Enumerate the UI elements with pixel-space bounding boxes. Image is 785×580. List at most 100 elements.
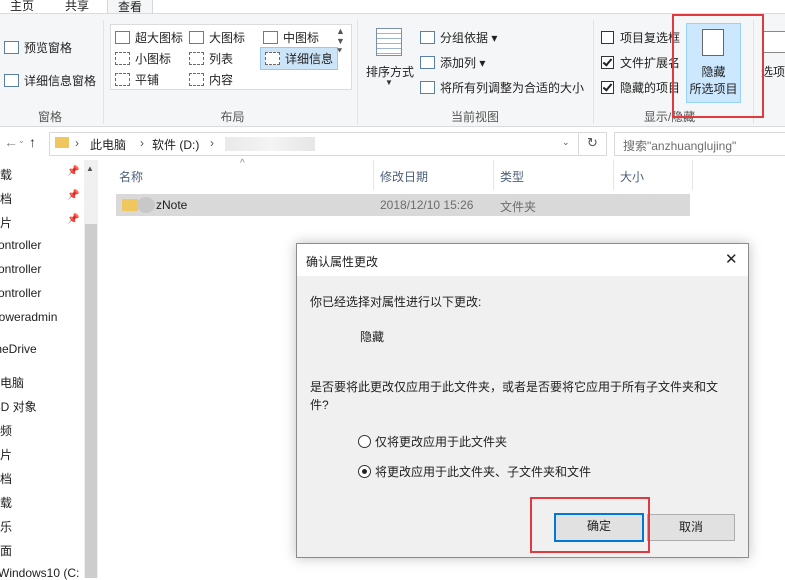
- checkbox-checked: [601, 56, 614, 69]
- layout-medium-icons[interactable]: 中图标: [263, 29, 319, 46]
- radio-this-folder-only[interactable]: 仅将更改应用于此文件夹: [358, 433, 507, 450]
- column-header-type[interactable]: 类型: [500, 168, 524, 185]
- nav-item-controller-3[interactable]: controller: [0, 286, 41, 300]
- tiles-icon: [115, 73, 130, 86]
- column-divider[interactable]: [373, 160, 374, 190]
- group-label-pane: 窗格: [37, 110, 62, 124]
- column-divider[interactable]: [493, 160, 494, 190]
- group-by-button[interactable]: 分组依据 ▾: [420, 29, 497, 46]
- layout-extra-large-icons[interactable]: 超大图标: [115, 29, 183, 46]
- back-arrow-icon[interactable]: ←: [4, 134, 18, 150]
- dialog-title: 确认属性更改: [306, 255, 379, 269]
- search-box[interactable]: 搜索"anzhuanglujing": [614, 132, 785, 156]
- dialog-intro: 你已经选择对属性进行以下更改:: [310, 295, 482, 309]
- refresh-icon[interactable]: ↻: [587, 135, 598, 151]
- column-divider[interactable]: [692, 160, 693, 190]
- blurred-breadcrumb: [225, 137, 315, 151]
- group-separator: [103, 20, 104, 124]
- table-row[interactable]: zNote 2018/12/10 15:26 文件夹: [116, 194, 690, 216]
- layout-large-icons[interactable]: 大图标: [189, 29, 245, 46]
- large-icons-icon: [189, 31, 204, 44]
- nav-scrollbar[interactable]: ▲: [84, 160, 98, 578]
- tab-view[interactable]: 查看: [107, 0, 154, 14]
- dialog-titlebar[interactable]: 确认属性更改 ✕: [297, 244, 748, 276]
- nav-item-controller-1[interactable]: controller: [0, 238, 41, 252]
- close-icon[interactable]: ✕: [725, 250, 738, 268]
- highlight-box: [672, 14, 764, 118]
- column-header-size[interactable]: 大小: [620, 168, 644, 185]
- medium-icons-icon: [263, 31, 278, 44]
- recent-chevron-icon[interactable]: ⌄: [18, 136, 25, 145]
- layout-list[interactable]: 列表: [189, 50, 233, 67]
- layout-details[interactable]: 详细信息: [260, 47, 339, 70]
- options-icon: [762, 31, 785, 53]
- radio-folder-subfolders-files[interactable]: 将更改应用于此文件夹、子文件夹和文件: [358, 463, 591, 480]
- group-label-current-view: 当前视图: [450, 110, 499, 124]
- scrollbar-thumb[interactable]: [85, 224, 97, 578]
- column-divider[interactable]: [613, 160, 614, 190]
- options-button[interactable]: 选项: [761, 63, 785, 80]
- tab-home[interactable]: 主页: [10, 0, 34, 14]
- radio-selected-icon: [358, 465, 371, 478]
- file-name: zNote: [156, 198, 188, 212]
- nav-item-documents-2[interactable]: 文档: [0, 470, 12, 487]
- folder-icon: [122, 199, 138, 211]
- nav-item-onedrive[interactable]: OneDrive: [0, 342, 37, 356]
- nav-item-this-pc[interactable]: 此电脑: [0, 374, 24, 391]
- file-extensions-toggle[interactable]: 文件扩展名: [601, 54, 680, 71]
- highlight-box: [530, 497, 650, 553]
- dialog-question: 是否要将此更改仅应用于此文件夹，或者是否要将它应用于所有子文件夹和文件?: [310, 380, 719, 412]
- chevron-down-icon: ▼: [385, 78, 393, 87]
- group-label-layout: 布局: [220, 110, 245, 124]
- add-column-button[interactable]: 添加列 ▾: [420, 54, 485, 71]
- hidden-items-toggle[interactable]: 隐藏的项目: [601, 79, 680, 96]
- preview-pane-button[interactable]: 预览窗格: [4, 39, 72, 56]
- nav-item-poweradmin[interactable]: poweradmin: [0, 310, 57, 324]
- blurred-name-part: [137, 197, 155, 213]
- breadcrumb-this-pc[interactable]: 此电脑: [90, 136, 126, 153]
- file-modified: 2018/12/10 15:26: [380, 198, 474, 212]
- file-type: 文件夹: [500, 200, 537, 214]
- sort-indicator-icon: ^: [240, 158, 245, 169]
- details-pane-button[interactable]: 详细信息窗格: [4, 72, 96, 89]
- layout-gallery-scroll[interactable]: ▲ ▼ ⯆: [336, 26, 345, 56]
- chevron-right-icon: ›: [210, 136, 214, 150]
- content-icon: [189, 73, 204, 86]
- breadcrumb-drive-d[interactable]: 软件 (D:): [152, 136, 199, 153]
- search-placeholder: 搜索"anzhuanglujing": [623, 139, 737, 153]
- pin-icon: 📌: [67, 166, 80, 177]
- nav-item-desktop[interactable]: 桌面: [0, 542, 12, 559]
- nav-item-pictures[interactable]: 图片: [0, 214, 12, 231]
- extra-large-icons-icon: [115, 31, 130, 44]
- checkbox-checked: [601, 81, 614, 94]
- column-header-modified[interactable]: 修改日期: [380, 168, 428, 185]
- ribbon: 预览窗格 详细信息窗格 窗格 超大图标 大图标 中图标 小图标 列表 详细信息 …: [0, 13, 785, 127]
- scroll-up-icon[interactable]: ▲: [86, 164, 94, 173]
- group-separator: [593, 20, 594, 124]
- preview-pane-icon: [4, 41, 19, 54]
- nav-item-3d-objects[interactable]: 3D 对象: [0, 398, 37, 415]
- details-pane-icon: [4, 74, 19, 87]
- sort-by-icon: [376, 28, 402, 56]
- chevron-down-icon[interactable]: ⌄: [562, 137, 570, 148]
- layout-small-icons[interactable]: 小图标: [115, 50, 171, 67]
- cancel-button[interactable]: 取消: [647, 514, 735, 541]
- tab-share[interactable]: 共享: [65, 0, 89, 14]
- nav-item-pictures-2[interactable]: 图片: [0, 446, 12, 463]
- nav-item-downloads-2[interactable]: 下载: [0, 494, 12, 511]
- pin-icon: 📌: [67, 190, 80, 201]
- column-header-name[interactable]: 名称: [119, 168, 143, 185]
- nav-item-controller-2[interactable]: controller: [0, 262, 41, 276]
- nav-item-downloads[interactable]: 下载: [0, 166, 12, 183]
- nav-item-videos[interactable]: 视频: [0, 422, 12, 439]
- item-checkboxes-toggle[interactable]: 项目复选框: [601, 29, 680, 46]
- up-arrow-icon[interactable]: ↑: [29, 134, 36, 150]
- fit-columns-button[interactable]: 将所有列调整为合适的大小: [420, 79, 584, 96]
- layout-tiles[interactable]: 平铺: [115, 71, 159, 88]
- nav-item-music[interactable]: 音乐: [0, 518, 12, 535]
- dialog-change: 隐藏: [360, 330, 385, 344]
- nav-item-documents[interactable]: 文档: [0, 190, 12, 207]
- pin-icon: 📌: [67, 214, 80, 225]
- layout-content[interactable]: 内容: [189, 71, 233, 88]
- address-bar[interactable]: › 此电脑 › 软件 (D:) › ⌄ ↻: [49, 132, 607, 156]
